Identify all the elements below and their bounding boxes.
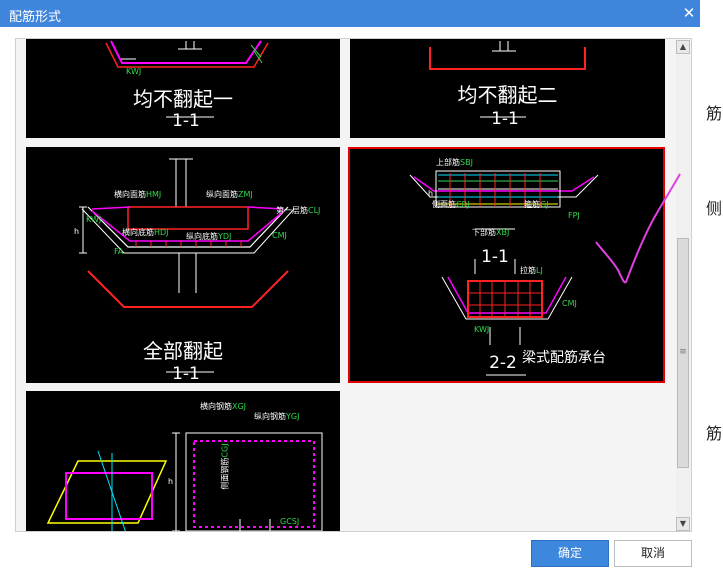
rebar-style-gallery: KWJ 均不翻起一 1-1 均不翻起二 1-1 横向面筋HMJ 纵向面筋ZMJ …: [15, 38, 692, 532]
label-heng-mian: 横向面筋HMJ: [114, 190, 162, 199]
scroll-up-icon[interactable]: ▲: [676, 40, 690, 54]
card-caption-4: 梁式配筋承台: [522, 350, 606, 366]
section-label-1-1: 1-1: [481, 247, 509, 267]
label-xia: 下部筋XBJ: [472, 228, 510, 237]
card-caption-2: 均不翻起二: [457, 83, 558, 107]
rebar-option-card-1[interactable]: KWJ 均不翻起一 1-1: [26, 39, 340, 138]
label-zong-di: 纵向底筋YDJ: [186, 232, 232, 241]
label-gu: 箍筋GJ: [524, 200, 549, 209]
rebar-option-card-2[interactable]: 均不翻起二 1-1: [350, 39, 665, 138]
label-heng-di: 横向底筋HDJ: [122, 228, 169, 237]
label-kwj: KWJ: [86, 215, 102, 224]
label-kwj: KWJ: [474, 325, 490, 334]
label-h: h: [168, 477, 174, 486]
close-icon[interactable]: ✕: [680, 3, 698, 23]
label-ceng-jiao: 第一层筋CLJ: [276, 206, 321, 215]
label-shang: 上部筋SBJ: [436, 158, 473, 167]
label-zong-mian: 纵向面筋ZMJ: [206, 190, 253, 199]
label-zong: 纵向钢筋YGJ: [254, 412, 300, 421]
label-ce: 侧面筋CBJ: [432, 200, 470, 209]
label-heng: 横向钢筋XGJ: [200, 402, 247, 411]
section-label-3: 1-1: [172, 364, 200, 384]
card-caption-3: 全部翻起: [143, 339, 223, 363]
ok-button[interactable]: 确定: [531, 540, 609, 567]
background-window-strip: 筋 侧 筋: [700, 0, 723, 579]
label-h: h: [428, 189, 434, 198]
rebar-option-card-3[interactable]: 横向面筋HMJ 纵向面筋ZMJ 第一层筋CLJ 横向底筋HDJ 纵向底筋YDJ …: [26, 147, 340, 384]
grip-icon: ≡: [679, 347, 687, 357]
label-fpj: FPJ: [568, 211, 580, 220]
section-label-1: 1-1: [172, 111, 200, 131]
dialog-title: 配筋形式: [9, 10, 62, 25]
label-cmj: CMJ: [562, 299, 577, 308]
background-text: 筋: [706, 424, 723, 443]
label-kwj: KWJ: [126, 67, 142, 76]
background-text: 筋: [706, 104, 723, 123]
checkmark-annotation: [595, 173, 681, 284]
label-ce: 侧面钢筋CGJ: [220, 443, 230, 490]
label-cmj: CMJ: [272, 231, 287, 240]
background-text: 侧: [706, 199, 723, 218]
dialog-titlebar: 配筋形式 ✕: [0, 0, 700, 27]
cancel-button[interactable]: 取消: [614, 540, 692, 567]
card-caption-1: 均不翻起一: [133, 87, 233, 111]
scroll-down-icon[interactable]: ▼: [676, 517, 690, 531]
label-gcsj: GCSJ: [280, 517, 300, 526]
label-fa: FA: [114, 247, 124, 256]
label-h: h: [74, 227, 80, 236]
section-label-2: 1-1: [491, 109, 519, 129]
rebar-option-card-5[interactable]: 横向钢筋XGJ 纵向钢筋YGJ 侧面钢筋CGJ h GCSJ: [26, 391, 340, 531]
